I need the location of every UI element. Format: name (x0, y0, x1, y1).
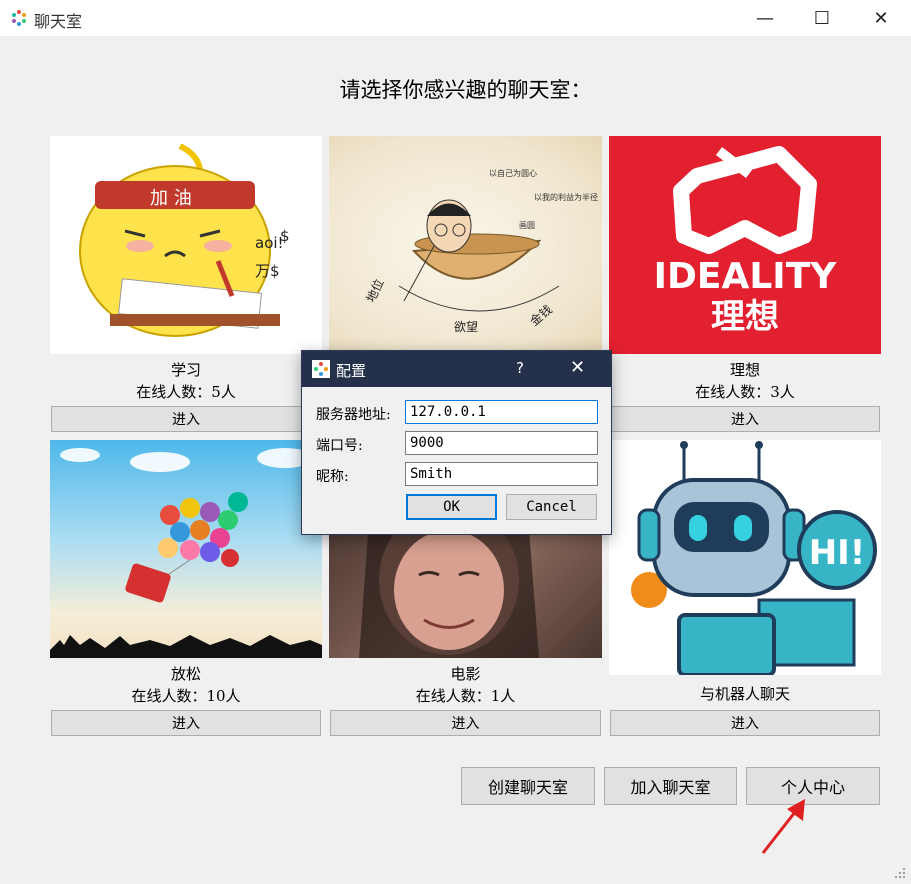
nickname-label: 昵称: (316, 469, 349, 485)
create-room-button[interactable]: 创建聊天室 (461, 767, 595, 805)
image-text-draw: 画圆 (519, 221, 535, 230)
room-name-movie: 电影 (450, 665, 481, 683)
enter-button-ideal[interactable]: 进入 (610, 406, 880, 432)
title-bar: 聊天室 — ☐ ✕ (0, 0, 911, 36)
cancel-button[interactable]: Cancel (506, 494, 597, 520)
enter-button-study[interactable]: 进入 (51, 406, 321, 432)
page-heading: 请选择你感兴趣的聊天室： (339, 78, 592, 102)
room-online-movie: 在线人数：1人 (415, 687, 516, 705)
enter-button-robot[interactable]: 进入 (610, 710, 880, 736)
config-dialog: 配置 ? ✕ 服务器地址: 127.0.0.1 端口号: 9000 昵称: Sm… (301, 350, 612, 535)
app-logo-icon (12, 10, 26, 26)
port-input[interactable]: 9000 (405, 431, 598, 455)
image-text-money: 金钱 (527, 302, 555, 329)
dialog-app-icon (312, 360, 330, 378)
dialog-title-bar: 配置 ? ✕ (302, 351, 611, 387)
dialog-title: 配置 (336, 362, 367, 380)
room-image-ambition: 以自己为圆心 以我的利益为半径 画圆 地位 欲望 金钱 (329, 136, 602, 354)
resize-grip-icon[interactable] (893, 866, 907, 880)
dialog-close-button[interactable]: ✕ (570, 357, 585, 378)
image-text-hi: HI! (809, 533, 866, 573)
server-address-label: 服务器地址: (316, 407, 391, 423)
nickname-input[interactable]: Smith (405, 462, 598, 486)
window-title: 聊天室 (34, 12, 83, 31)
ok-button[interactable]: OK (406, 494, 497, 520)
image-text-wan: 万$ (255, 262, 280, 280)
room-name-study: 学习 (170, 361, 201, 379)
image-text-radius: 以我的利益为半径 (534, 192, 598, 202)
minimize-icon: — (756, 7, 774, 29)
minimize-button[interactable]: — (742, 0, 788, 36)
room-name-ideal: 理想 (729, 361, 760, 379)
maximize-icon: ☐ (813, 7, 831, 29)
room-name-relax: 放松 (170, 665, 201, 683)
room-online-ideal: 在线人数：3人 (695, 383, 795, 401)
room-image-ideal: IDEALITY 理想 (609, 136, 881, 354)
image-text-ideality: IDEALITY (654, 256, 838, 297)
room-image-relax (50, 440, 322, 658)
close-icon: ✕ (873, 7, 889, 29)
room-online-relax: 在线人数：10人 (131, 687, 241, 705)
room-name-robot: 与机器人聊天 (699, 685, 790, 703)
port-label: 端口号: (316, 438, 363, 454)
maximize-button[interactable]: ☐ (799, 0, 845, 36)
room-image-robot: HI! (609, 440, 881, 675)
image-text-desire: 欲望 (454, 320, 478, 334)
enter-button-movie[interactable]: 进入 (330, 710, 601, 736)
image-text-dollar: $ (280, 227, 290, 245)
close-window-button[interactable]: ✕ (858, 0, 904, 36)
image-text-status: 地位 (363, 276, 387, 304)
join-room-button[interactable]: 加入聊天室 (604, 767, 737, 805)
annotation-arrow-icon (761, 799, 805, 854)
image-text-circle: 以自己为圆心 (489, 168, 537, 178)
enter-button-relax[interactable]: 进入 (51, 710, 321, 736)
image-text-jiayou: 加 油 (150, 188, 192, 209)
room-online-study: 在线人数：5人 (136, 383, 236, 401)
server-address-input[interactable]: 127.0.0.1 (405, 400, 598, 424)
help-button[interactable]: ? (516, 359, 524, 377)
room-image-study: 加 油 aoi! 万$ $ (50, 136, 322, 354)
image-text-lixiang: 理想 (711, 297, 779, 337)
